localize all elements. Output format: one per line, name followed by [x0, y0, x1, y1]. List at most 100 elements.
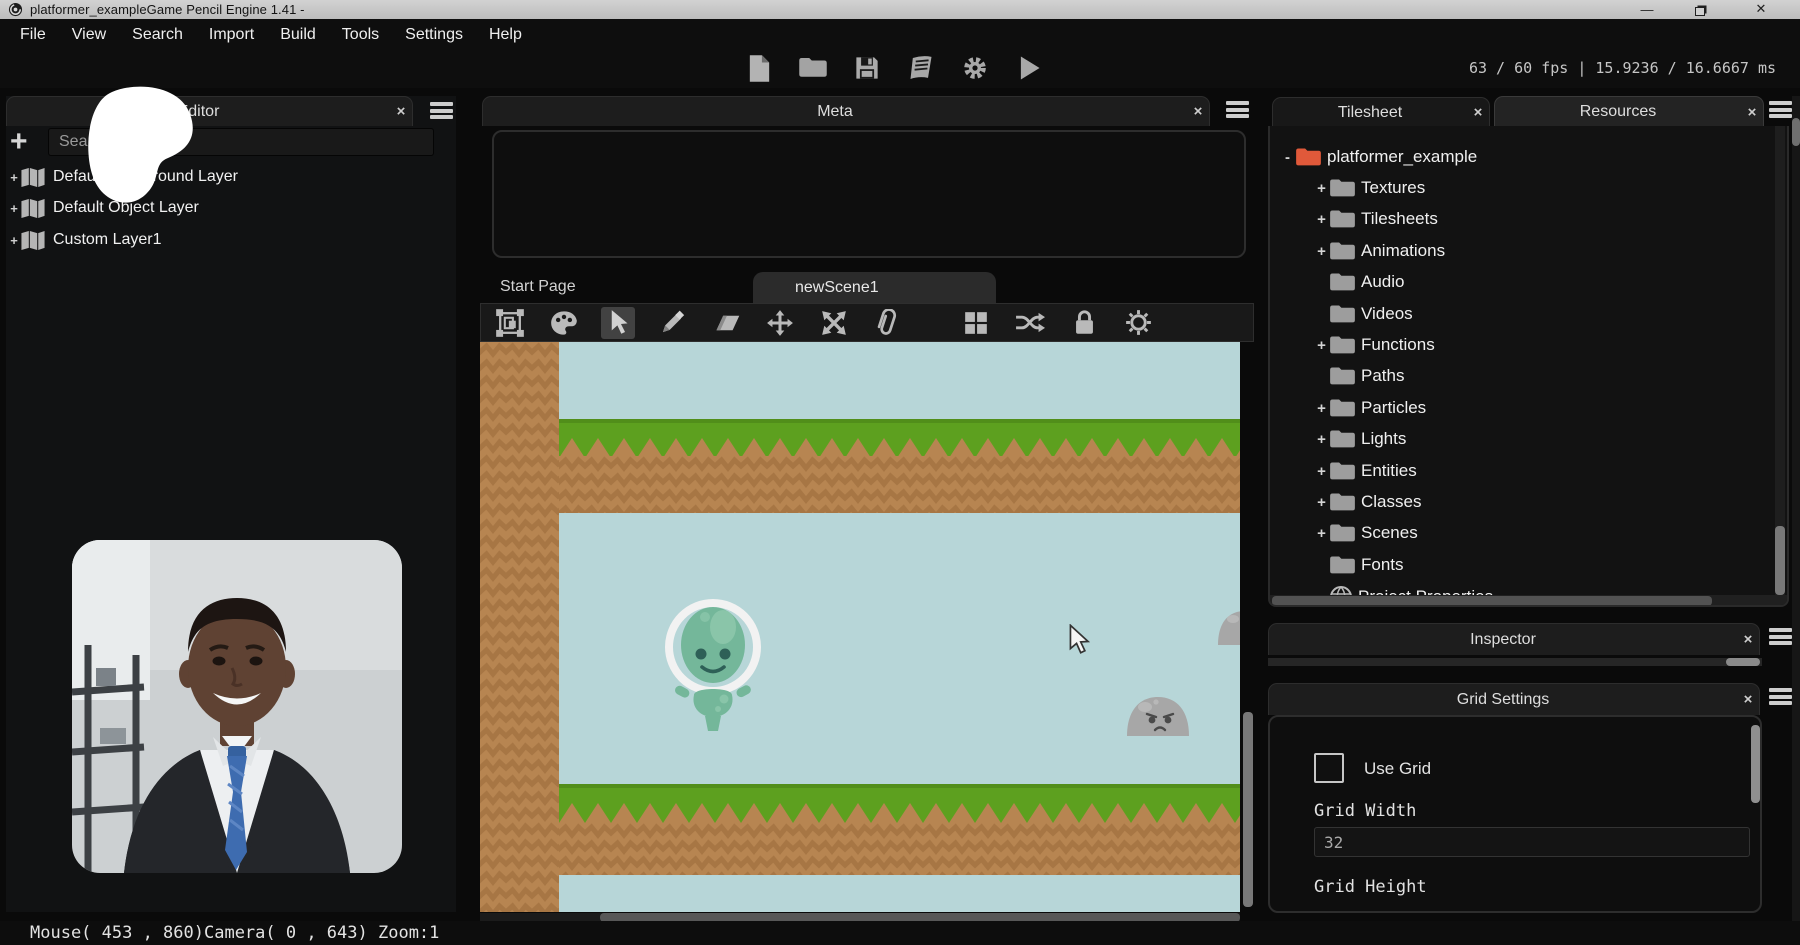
- tree-row-tilesheets[interactable]: +Tilesheets: [1314, 204, 1438, 234]
- expand-icon[interactable]: +: [1314, 494, 1329, 511]
- window-edge-scrollbar[interactable]: [1792, 118, 1800, 146]
- tree-vertical-scrollbar[interactable]: [1775, 526, 1785, 595]
- docs-book-icon[interactable]: [906, 53, 936, 83]
- meta-menu-icon[interactable]: [1226, 101, 1249, 118]
- menu-import[interactable]: Import: [196, 26, 267, 44]
- window-edge-scrollbar-track[interactable]: [1792, 96, 1800, 945]
- tree-row-textures[interactable]: +Textures: [1314, 173, 1425, 203]
- palette-tool-button[interactable]: [547, 307, 581, 339]
- menu-build[interactable]: Build: [267, 26, 329, 44]
- tile-grid-tool-button[interactable]: [959, 307, 993, 339]
- attach-tool-button[interactable]: [871, 307, 905, 339]
- meta-panel-title: Meta: [483, 103, 1187, 121]
- tree-row-functions[interactable]: +Functions: [1314, 330, 1435, 360]
- alien-player-sprite[interactable]: [663, 595, 763, 742]
- menu-help[interactable]: Help: [476, 26, 535, 44]
- lock-tool-button[interactable]: [1067, 307, 1101, 339]
- grid-settings-panel-tab[interactable]: Grid Settings ×: [1268, 683, 1760, 715]
- play-icon[interactable]: [1014, 53, 1044, 83]
- use-grid-checkbox[interactable]: [1314, 753, 1344, 783]
- menu-tools[interactable]: Tools: [329, 26, 392, 44]
- minimize-button[interactable]: —: [1634, 0, 1660, 19]
- scene-canvas[interactable]: [480, 342, 1240, 912]
- expand-icon[interactable]: +: [1314, 525, 1329, 542]
- expand-icon[interactable]: +: [1314, 463, 1329, 480]
- canvas-vertical-scrollbar[interactable]: [1243, 712, 1253, 907]
- grid-settings-close-button[interactable]: ×: [1737, 691, 1759, 708]
- save-icon[interactable]: [852, 53, 882, 83]
- inspector-scrollbar-track[interactable]: [1268, 658, 1762, 666]
- folder-icon: [1329, 241, 1356, 262]
- tree-row-fonts[interactable]: Fonts: [1314, 550, 1404, 580]
- grid-settings-menu-icon[interactable]: [1769, 688, 1792, 705]
- folder-icon: [1329, 304, 1356, 325]
- meta-close-button[interactable]: ×: [1187, 103, 1209, 120]
- resize-tool-button[interactable]: [817, 307, 851, 339]
- tree-horizontal-scrollbar[interactable]: [1272, 596, 1712, 606]
- inspector-scrollbar[interactable]: [1726, 658, 1760, 666]
- app-logo-icon: [8, 2, 23, 17]
- close-window-button[interactable]: ✕: [1748, 0, 1774, 19]
- inspector-menu-icon[interactable]: [1769, 628, 1792, 645]
- menu-settings[interactable]: Settings: [392, 26, 476, 44]
- tree-row-entities[interactable]: +Entities: [1314, 456, 1417, 486]
- expand-icon[interactable]: +: [1314, 211, 1329, 228]
- pencil-tool-button[interactable]: [655, 307, 689, 339]
- tilesheet-close-button[interactable]: ×: [1467, 104, 1489, 121]
- restore-button[interactable]: [1695, 2, 1705, 20]
- tree-row-paths[interactable]: Paths: [1314, 361, 1404, 391]
- open-folder-icon[interactable]: [798, 53, 828, 83]
- tree-row-scenes[interactable]: +Scenes: [1314, 518, 1418, 548]
- select-cursor-tool-button[interactable]: [601, 307, 635, 339]
- move-tool-button[interactable]: [763, 307, 797, 339]
- blob-enemy-partial-sprite[interactable]: [1216, 608, 1240, 650]
- tilesheet-tab[interactable]: Tilesheet ×: [1272, 97, 1490, 127]
- scene-toolbar: [480, 303, 1254, 342]
- grid-width-label: Grid Width: [1314, 801, 1416, 821]
- meta-panel-tab[interactable]: Meta ×: [482, 96, 1210, 126]
- grid-settings-title: Grid Settings: [1269, 691, 1737, 709]
- expand-icon[interactable]: +: [1314, 431, 1329, 448]
- tab-start-page[interactable]: Start Page: [500, 278, 576, 296]
- folder-icon: [1329, 555, 1356, 576]
- title-bar: platformer_exampleGame Pencil Engine 1.4…: [0, 0, 1800, 19]
- eraser-tool-button[interactable]: [709, 307, 743, 339]
- canvas-size-tool-button[interactable]: [493, 307, 527, 339]
- menu-view[interactable]: View: [59, 26, 119, 44]
- expand-icon[interactable]: +: [1314, 243, 1329, 260]
- layer-expand-icon[interactable]: +: [8, 170, 20, 185]
- inspector-close-button[interactable]: ×: [1737, 631, 1759, 648]
- tree-row-videos[interactable]: Videos: [1314, 299, 1413, 329]
- resources-close-button[interactable]: ×: [1741, 104, 1763, 121]
- shuffle-tool-button[interactable]: [1013, 307, 1047, 339]
- inspector-panel-tab[interactable]: Inspector ×: [1268, 623, 1760, 655]
- collapse-icon[interactable]: -: [1280, 149, 1295, 166]
- tree-row-audio[interactable]: Audio: [1314, 267, 1404, 297]
- layer-expand-icon[interactable]: +: [8, 201, 20, 216]
- add-layer-button[interactable]: +: [10, 128, 28, 156]
- tree-row-particles[interactable]: +Particles: [1314, 393, 1426, 423]
- resources-menu-icon[interactable]: [1769, 101, 1792, 118]
- tree-root-row[interactable]: - platformer_example: [1280, 142, 1477, 172]
- tab-new-scene1[interactable]: newScene1: [753, 272, 996, 303]
- editor-close-button[interactable]: ×: [390, 103, 412, 120]
- grid-width-input[interactable]: [1314, 827, 1750, 857]
- menu-file[interactable]: File: [7, 26, 59, 44]
- restore-icon: [1695, 7, 1705, 16]
- tree-row-lights[interactable]: +Lights: [1314, 424, 1406, 454]
- tree-row-animations[interactable]: +Animations: [1314, 236, 1445, 266]
- resources-tab[interactable]: Resources ×: [1494, 96, 1764, 127]
- new-file-icon[interactable]: [744, 53, 774, 83]
- rotate-gear-tool-button[interactable]: [1121, 307, 1155, 339]
- expand-icon[interactable]: +: [1314, 180, 1329, 197]
- tree-vertical-scrollbar-track[interactable]: [1775, 126, 1785, 595]
- layer-expand-icon[interactable]: +: [8, 233, 20, 248]
- menu-search[interactable]: Search: [119, 26, 196, 44]
- expand-icon[interactable]: +: [1314, 337, 1329, 354]
- settings-gear-icon[interactable]: [960, 53, 990, 83]
- grid-settings-scrollbar[interactable]: [1751, 725, 1760, 803]
- editor-menu-icon[interactable]: [430, 102, 453, 119]
- tree-row-classes[interactable]: +Classes: [1314, 487, 1421, 517]
- blob-enemy-sprite[interactable]: [1125, 694, 1191, 741]
- expand-icon[interactable]: +: [1314, 400, 1329, 417]
